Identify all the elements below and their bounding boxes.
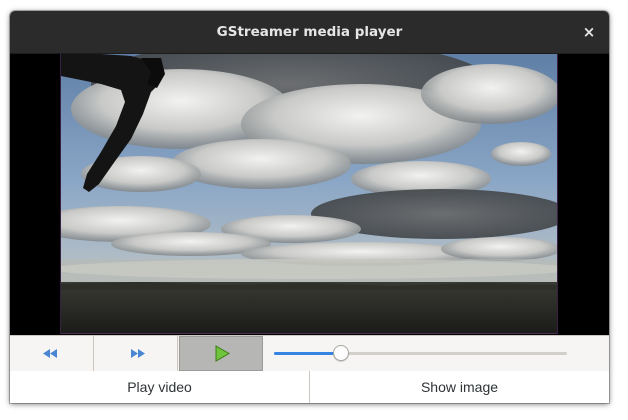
rewind-icon [43,349,57,358]
seek-slider[interactable] [274,336,567,371]
playback-controls [10,335,609,372]
window-title: GStreamer media player [216,24,403,40]
video-area [10,54,609,335]
play-icon [215,345,231,362]
fast-forward-button[interactable] [94,336,178,371]
fast-forward-icon [131,349,145,358]
media-player-window: GStreamer media player × Play video Show… [10,11,609,403]
play-video-button[interactable]: Play video [10,371,310,403]
rewind-button[interactable] [10,336,94,371]
close-button[interactable]: × [579,22,599,42]
video-image [61,54,557,333]
bottom-button-bar: Play video Show image [10,371,609,403]
show-image-button[interactable]: Show image [310,371,609,403]
video-frame [60,54,558,334]
seek-handle[interactable] [333,345,349,361]
title-bar[interactable]: GStreamer media player × [10,11,609,54]
play-button[interactable] [179,336,263,371]
seek-progress [274,352,341,355]
